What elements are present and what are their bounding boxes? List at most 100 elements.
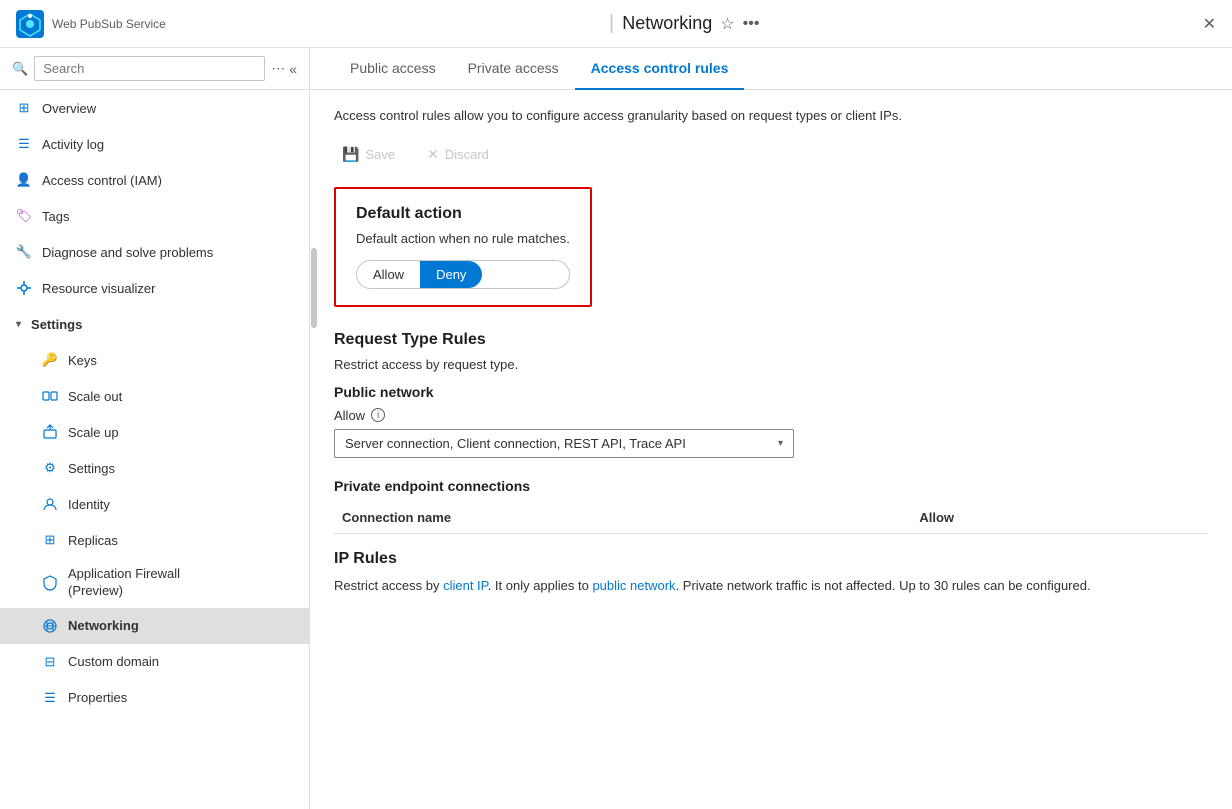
dropdown-arrow-icon: ▾ bbox=[778, 438, 783, 449]
sidebar-item-diagnose[interactable]: 🔧 Diagnose and solve problems bbox=[0, 234, 309, 270]
close-icon[interactable]: ✕ bbox=[1203, 14, 1216, 34]
discard-button[interactable]: ✕ Discard bbox=[419, 142, 497, 167]
settings-chevron-icon: ▾ bbox=[16, 319, 21, 330]
search-icon: 🔍 bbox=[12, 61, 28, 77]
activity-log-icon: ☰ bbox=[16, 136, 32, 152]
sidebar-item-custom-domain[interactable]: ⊟ Custom domain bbox=[0, 644, 309, 680]
sidebar-section-settings[interactable]: ▾ Settings bbox=[0, 306, 309, 342]
sidebar-item-label: Overview bbox=[42, 101, 96, 116]
toolbar: 💾 Save ✕ Discard bbox=[334, 142, 1208, 167]
sidebar: 🔍 ⋯ « ⊞ Overview ☰ Activity log bbox=[0, 48, 310, 809]
info-icon[interactable]: i bbox=[371, 408, 385, 422]
sidebar-item-activity-log[interactable]: ☰ Activity log bbox=[0, 126, 309, 162]
table-header: Connection name Allow bbox=[334, 502, 1208, 534]
scale-out-icon bbox=[42, 388, 58, 404]
custom-domain-icon: ⊟ bbox=[42, 654, 58, 670]
sidebar-item-keys[interactable]: 🔑 Keys bbox=[0, 342, 309, 378]
overview-icon: ⊞ bbox=[16, 100, 32, 116]
sidebar-item-label: Properties bbox=[68, 690, 127, 705]
public-network-title: Public network bbox=[334, 384, 1208, 400]
private-endpoint-title: Private endpoint connections bbox=[334, 478, 1208, 494]
tab-access-control[interactable]: Access control rules bbox=[575, 48, 745, 90]
sidebar-item-app-firewall[interactable]: Application Firewall(Preview) bbox=[0, 558, 309, 608]
sidebar-item-iam[interactable]: 👤 Access control (IAM) bbox=[0, 162, 309, 198]
separator: | bbox=[609, 12, 614, 35]
request-type-rules-title: Request Type Rules bbox=[334, 331, 1208, 349]
sidebar-item-replicas[interactable]: ⊞ Replicas bbox=[0, 522, 309, 558]
sidebar-controls: ⋯ « bbox=[271, 60, 297, 77]
sidebar-item-label: Settings bbox=[68, 461, 115, 476]
sidebar-nav: ⊞ Overview ☰ Activity log 👤 Access contr… bbox=[0, 90, 309, 809]
keys-icon: 🔑 bbox=[42, 352, 58, 368]
settings-icon: ⚙ bbox=[42, 460, 58, 476]
diagnose-icon: 🔧 bbox=[16, 244, 32, 260]
save-icon: 💾 bbox=[342, 146, 359, 163]
ip-rules-description: Restrict access by client IP. It only ap… bbox=[334, 576, 1208, 596]
sidebar-item-scale-up[interactable]: Scale up bbox=[0, 414, 309, 450]
sidebar-item-label: Application Firewall(Preview) bbox=[68, 566, 180, 600]
sidebar-item-label: Keys bbox=[68, 353, 97, 368]
sidebar-filter-btn[interactable]: ⋯ bbox=[271, 60, 285, 77]
title-bar-center: | Networking ☆ ••• bbox=[609, 12, 759, 35]
default-action-title: Default action bbox=[356, 205, 570, 223]
page-title: Networking bbox=[622, 13, 712, 34]
allow-deny-toggle: Allow Deny bbox=[356, 260, 570, 289]
sidebar-item-settings[interactable]: ⚙ Settings bbox=[0, 450, 309, 486]
app-icon bbox=[16, 10, 44, 38]
favorite-icon[interactable]: ☆ bbox=[720, 14, 734, 34]
sidebar-item-label: Scale out bbox=[68, 389, 122, 404]
save-button[interactable]: 💾 Save bbox=[334, 142, 403, 167]
tags-icon: 🏷 bbox=[16, 208, 32, 224]
tab-public-access[interactable]: Public access bbox=[334, 48, 452, 90]
tab-private-access[interactable]: Private access bbox=[452, 48, 575, 90]
sidebar-item-label: Resource visualizer bbox=[42, 281, 155, 296]
sidebar-item-scale-out[interactable]: Scale out bbox=[0, 378, 309, 414]
sidebar-item-label: Diagnose and solve problems bbox=[42, 245, 213, 260]
sidebar-item-label: Custom domain bbox=[68, 654, 159, 669]
public-network-link[interactable]: public network bbox=[592, 578, 675, 593]
sidebar-item-label: Access control (IAM) bbox=[42, 173, 162, 188]
app-name: Web PubSub Service bbox=[52, 17, 166, 31]
content-area: Public access Private access Access cont… bbox=[310, 48, 1232, 809]
discard-icon: ✕ bbox=[427, 146, 439, 163]
sidebar-item-label: Tags bbox=[42, 209, 69, 224]
sidebar-item-label: Activity log bbox=[42, 137, 104, 152]
sidebar-scrollbar-thumb bbox=[311, 248, 317, 328]
sidebar-item-overview[interactable]: ⊞ Overview bbox=[0, 90, 309, 126]
sidebar-item-visualizer[interactable]: Resource visualizer bbox=[0, 270, 309, 306]
sidebar-item-identity[interactable]: Identity bbox=[0, 486, 309, 522]
request-type-rules-desc: Restrict access by request type. bbox=[334, 357, 1208, 372]
col-allow: Allow bbox=[911, 510, 1208, 525]
identity-icon bbox=[42, 496, 58, 512]
scale-up-icon bbox=[42, 424, 58, 440]
sidebar-item-label: Identity bbox=[68, 497, 110, 512]
content-body: Access control rules allow you to config… bbox=[310, 90, 1232, 809]
title-bar: Web PubSub Service | Networking ☆ ••• ✕ bbox=[0, 0, 1232, 48]
networking-icon bbox=[42, 618, 58, 634]
replicas-icon: ⊞ bbox=[42, 532, 58, 548]
search-input[interactable] bbox=[34, 56, 265, 81]
sidebar-item-label: Settings bbox=[31, 317, 82, 332]
page-description: Access control rules allow you to config… bbox=[334, 106, 1208, 126]
sidebar-search-area: 🔍 ⋯ « bbox=[0, 48, 309, 90]
allow-label: Allow i bbox=[334, 408, 1208, 423]
allow-toggle-btn[interactable]: Allow bbox=[357, 261, 420, 288]
sidebar-item-label: Networking bbox=[68, 618, 139, 633]
sidebar-item-properties[interactable]: ☰ Properties bbox=[0, 680, 309, 716]
public-network-dropdown[interactable]: Server connection, Client connection, RE… bbox=[334, 429, 794, 458]
col-connection-name: Connection name bbox=[334, 510, 911, 525]
tabs: Public access Private access Access cont… bbox=[310, 48, 1232, 90]
client-ip-link[interactable]: client IP bbox=[443, 578, 488, 593]
ip-rules-title: IP Rules bbox=[334, 550, 1208, 568]
sidebar-collapse-btn[interactable]: « bbox=[289, 60, 297, 77]
properties-icon: ☰ bbox=[42, 690, 58, 706]
default-action-box: Default action Default action when no ru… bbox=[334, 187, 592, 307]
title-bar-right: ✕ bbox=[1203, 14, 1216, 34]
sidebar-item-label: Scale up bbox=[68, 425, 119, 440]
main-layout: 🔍 ⋯ « ⊞ Overview ☰ Activity log bbox=[0, 48, 1232, 809]
deny-toggle-btn[interactable]: Deny bbox=[420, 261, 482, 288]
more-options-icon[interactable]: ••• bbox=[743, 15, 760, 33]
sidebar-item-networking[interactable]: Networking bbox=[0, 608, 309, 644]
sidebar-item-tags[interactable]: 🏷 Tags bbox=[0, 198, 309, 234]
default-action-description: Default action when no rule matches. bbox=[356, 231, 570, 246]
